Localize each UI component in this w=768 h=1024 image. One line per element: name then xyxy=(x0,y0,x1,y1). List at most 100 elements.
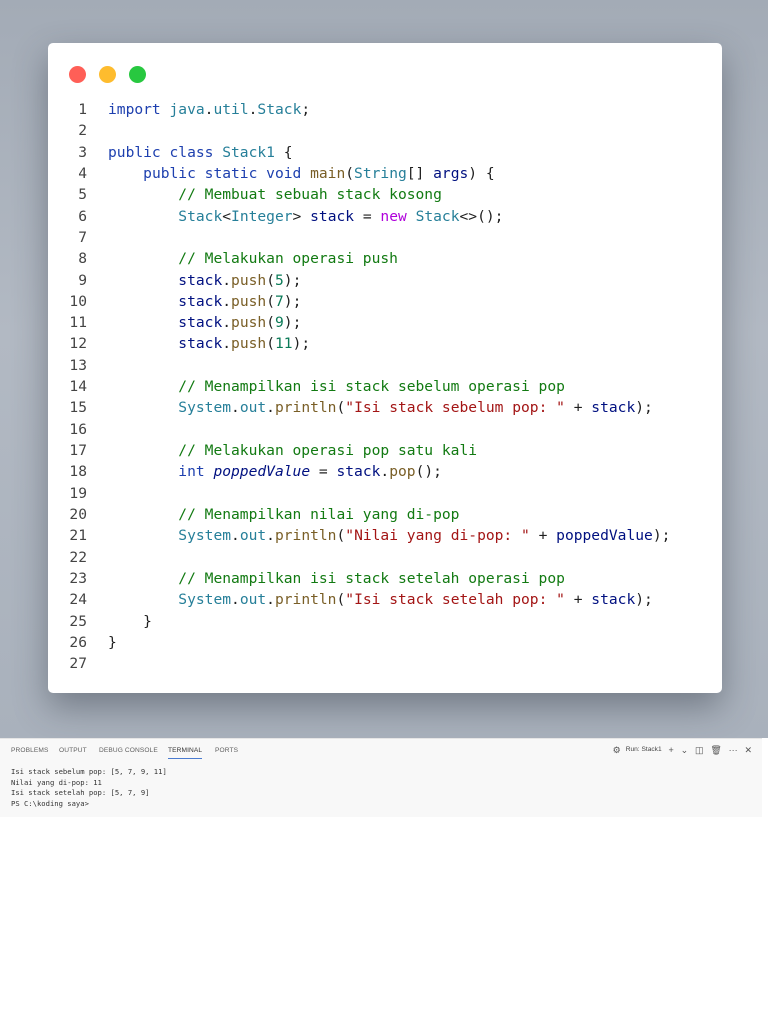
code-text: // Menampilkan isi stack sebelum operasi… xyxy=(178,378,565,396)
line-number: 17 xyxy=(69,442,87,459)
terminal-prompt: PS C:\koding saya> xyxy=(11,798,89,808)
code-line: 9 stack.push(5); xyxy=(48,270,722,291)
line-number: 5 xyxy=(78,186,87,204)
code-line: 16 xyxy=(48,419,722,440)
code-line: 19 xyxy=(48,483,722,504)
close-dot-icon xyxy=(69,66,86,83)
line-number: 8 xyxy=(78,250,87,268)
code-text: // Menampilkan isi stack setelah operasi… xyxy=(178,569,565,587)
line-number: 24 xyxy=(69,591,87,609)
line-number: 19 xyxy=(69,484,87,502)
debug-gear-icon[interactable]: ⚙ xyxy=(613,742,621,758)
code-text: System.out.println("Isi stack sebelum po… xyxy=(178,399,653,417)
terminal-line: Isi stack sebelum pop: [5, 7, 9, 11] xyxy=(11,767,167,776)
tab-terminal[interactable]: TERMINAL xyxy=(168,744,203,759)
line-number: 21 xyxy=(69,527,87,545)
code-line: 15 System.out.println("Isi stack sebelum… xyxy=(48,397,722,418)
code-line: 6 Stack<Integer> stack = new Stack<>(); xyxy=(48,206,722,227)
line-number: 1 xyxy=(78,101,87,118)
code-line: 13 xyxy=(48,355,722,376)
line-number: 16 xyxy=(69,420,87,438)
code-text: public class Stack1 { xyxy=(108,143,293,161)
code-text: Stack<Integer> stack = new Stack<>(); xyxy=(178,207,504,225)
code-line: 11 stack.push(9); xyxy=(48,312,722,333)
line-number: 22 xyxy=(69,548,87,566)
line-number: 6 xyxy=(78,207,87,225)
code-line: 4 public static void main(String[] args)… xyxy=(48,163,722,184)
code-line: 20 // Menampilkan nilai yang di-pop xyxy=(48,504,722,525)
code-line: 23 // Menampilkan isi stack setelah oper… xyxy=(48,568,722,589)
screenshot-backdrop: 1 import java.util.Stack; 2 3 public class S… xyxy=(0,0,768,738)
bottom-panel: PROBLEMS OUTPUT DEBUG CONSOLE TERMINAL P… xyxy=(0,738,762,817)
code-line: 12 stack.push(11); xyxy=(48,333,722,354)
code-line: 7 xyxy=(48,227,722,248)
terminal-line: Isi stack setelah pop: [5, 7, 9] xyxy=(11,788,150,797)
code-text: } xyxy=(108,612,152,630)
code-line: 24 System.out.println("Isi stack setelah… xyxy=(48,589,722,610)
code-block: 1 import java.util.Stack; 2 3 public class S… xyxy=(48,99,722,674)
line-number: 11 xyxy=(69,314,87,332)
code-text: System.out.println("Isi stack setelah po… xyxy=(178,591,653,609)
code-line: 8 // Melakukan operasi push xyxy=(48,248,722,269)
code-text: stack.push(7); xyxy=(178,292,302,310)
code-text: } xyxy=(108,633,117,651)
code-text: stack.push(9); xyxy=(178,314,302,332)
add-terminal-icon[interactable]: + xyxy=(668,742,673,758)
minimize-dot-icon xyxy=(99,66,116,83)
code-line: 5 // Membuat sebuah stack kosong xyxy=(48,184,722,205)
code-text: System.out.println("Nilai yang di-pop: "… xyxy=(178,527,671,545)
line-number: 14 xyxy=(69,378,87,396)
code-snippet-card: 1 import java.util.Stack; 2 3 public class S… xyxy=(48,43,722,693)
tab-debug-console[interactable]: DEBUG CONSOLE xyxy=(99,744,158,758)
code-text: stack.push(11); xyxy=(178,335,311,353)
line-number: 4 xyxy=(78,164,87,182)
line-number: 3 xyxy=(78,143,87,161)
code-line: 14 // Menampilkan isi stack sebelum oper… xyxy=(48,376,722,397)
code-text: public static void main(String[] args) { xyxy=(143,164,495,182)
chevron-down-icon[interactable]: ⌄ xyxy=(681,742,689,758)
code-line: 2 xyxy=(48,120,722,141)
tab-ports[interactable]: PORTS xyxy=(215,744,238,758)
terminal-output[interactable]: Isi stack sebelum pop: [5, 7, 9, 11] Nil… xyxy=(11,767,167,809)
line-number: 15 xyxy=(69,399,87,417)
code-line: 26} xyxy=(48,632,722,653)
code-text: int poppedValue = stack.pop(); xyxy=(178,463,442,481)
code-text: import java.util.Stack; xyxy=(108,101,311,118)
terminal-line: Nilai yang di-pop: 11 xyxy=(11,777,102,787)
code-line: 1 import java.util.Stack; xyxy=(48,99,722,120)
code-line: 18 int poppedValue = stack.pop(); xyxy=(48,461,722,482)
line-number: 25 xyxy=(69,612,87,630)
split-terminal-icon[interactable]: ◫ xyxy=(695,742,704,758)
line-number: 12 xyxy=(69,335,87,353)
code-line: 17 // Melakukan operasi pop satu kali xyxy=(48,440,722,461)
code-text: // Melakukan operasi pop satu kali xyxy=(178,442,478,459)
code-line: 3 public class Stack1 { xyxy=(48,142,722,163)
more-icon[interactable]: ··· xyxy=(729,742,738,758)
line-number: 23 xyxy=(69,569,87,587)
close-icon[interactable]: ✕ xyxy=(744,742,752,758)
code-line: 10 stack.push(7); xyxy=(48,291,722,312)
tab-problems[interactable]: PROBLEMS xyxy=(11,744,48,758)
line-number: 7 xyxy=(78,228,87,246)
line-number: 18 xyxy=(69,463,87,481)
line-number: 27 xyxy=(69,655,87,673)
line-number: 10 xyxy=(69,292,87,310)
code-line: 21 System.out.println("Nilai yang di-pop… xyxy=(48,525,722,546)
panel-actions: ⚙ Run: Stack1 + ⌄ ◫ 🗑 ··· ✕ xyxy=(608,742,752,758)
line-number: 9 xyxy=(78,271,87,289)
code-text: // Membuat sebuah stack kosong xyxy=(178,186,442,204)
line-number: 20 xyxy=(69,505,87,523)
tab-output[interactable]: OUTPUT xyxy=(59,744,87,758)
code-text: stack.push(5); xyxy=(178,271,302,289)
maximize-dot-icon xyxy=(129,66,146,83)
line-number: 26 xyxy=(69,633,87,651)
run-config-label[interactable]: Run: Stack1 xyxy=(626,742,662,758)
line-number: 2 xyxy=(78,122,87,140)
code-line: 27 xyxy=(48,653,722,674)
trash-icon[interactable]: 🗑 xyxy=(710,742,721,758)
code-line: 22 xyxy=(48,547,722,568)
code-text: // Menampilkan nilai yang di-pop xyxy=(178,505,460,523)
code-line: 25 } xyxy=(48,611,722,632)
line-number: 13 xyxy=(69,356,87,374)
code-text: // Melakukan operasi push xyxy=(178,250,398,268)
